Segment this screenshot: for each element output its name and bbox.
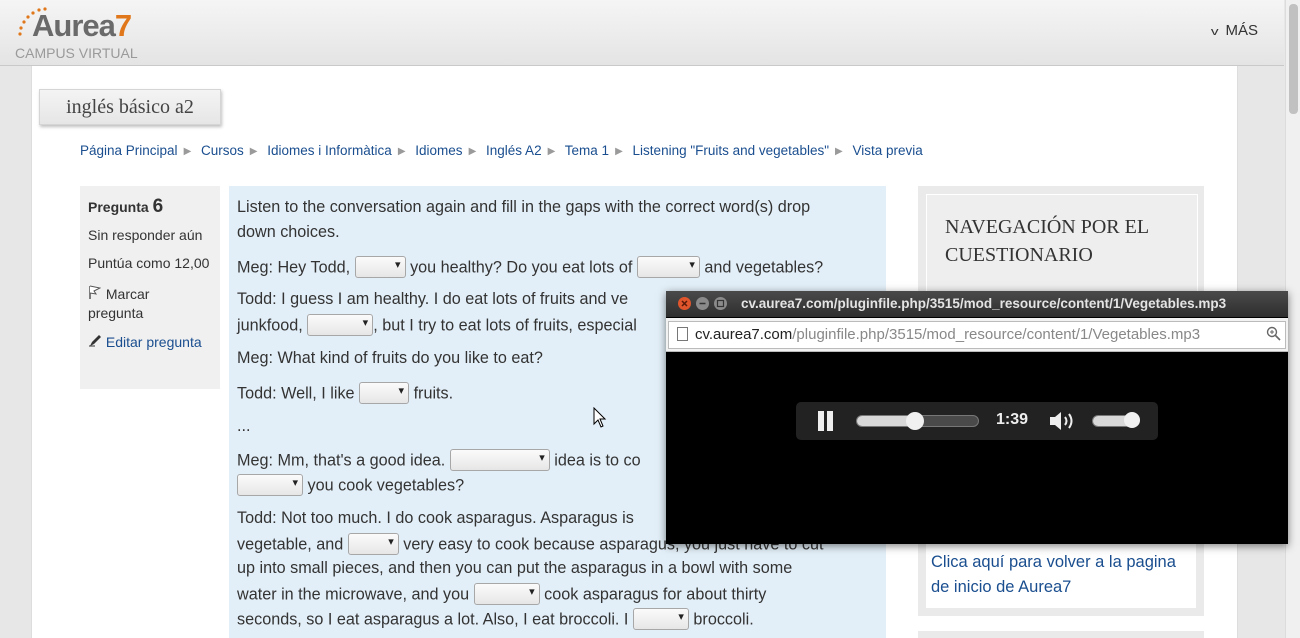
popup-address-bar: cv.aurea7.com/pluginfile.php/3515/mod_re… bbox=[666, 318, 1288, 352]
home-link-panel: Clica aquí para volver a la pagina de in… bbox=[926, 542, 1196, 608]
text-line: up into small pieces, and then you can p… bbox=[237, 559, 793, 577]
aurea7-logo[interactable]: Aurea7 CAMPUS VIRTUAL bbox=[14, 4, 164, 61]
page-icon bbox=[677, 327, 688, 341]
instruction-line: down choices. bbox=[237, 223, 340, 241]
breadcrumb-item[interactable]: Idiomes bbox=[415, 143, 462, 158]
breadcrumb: Página Principal ▶ Cursos ▶ Idiomes i Info… bbox=[80, 143, 923, 158]
media-popup-window: cv.aurea7.com/pluginfile.php/3515/mod_re… bbox=[666, 291, 1288, 544]
breadcrumb-item[interactable]: Vista previa bbox=[852, 143, 922, 158]
text-line: Meg: Mm, that's a good idea. idea is to … bbox=[237, 449, 641, 472]
question-number: Pregunta 6 bbox=[88, 196, 164, 217]
logo-text: Aurea7 bbox=[32, 8, 132, 43]
url-path: /pluginfile.php/3515/mod_resource/conten… bbox=[792, 326, 1201, 343]
gap-dropdown[interactable] bbox=[354, 256, 406, 278]
text-line: Todd: Well, I like fruits. bbox=[237, 382, 453, 405]
text-line: you cook vegetables? bbox=[237, 474, 464, 497]
edit-question-link[interactable]: Editar pregunta bbox=[88, 334, 202, 350]
course-title: inglés básico a2 bbox=[39, 89, 221, 125]
mas-menu-button[interactable]: v MÁS bbox=[1210, 22, 1258, 39]
text-line: Meg: Hey Todd, you healthy? Do you eat l… bbox=[237, 256, 823, 279]
text-line: water in the microwave, and you cook asp… bbox=[237, 583, 766, 606]
gap-dropdown[interactable] bbox=[449, 449, 550, 471]
volume-handle[interactable] bbox=[1124, 412, 1141, 428]
gap-dropdown[interactable] bbox=[307, 314, 374, 336]
scrollbar-thumb[interactable] bbox=[1289, 4, 1298, 114]
instruction-line: Listen to the conversation again and fil… bbox=[237, 198, 811, 216]
breadcrumb-item[interactable]: Cursos bbox=[201, 143, 244, 158]
gap-dropdown[interactable] bbox=[636, 256, 700, 278]
ellipsis: ... bbox=[237, 417, 251, 435]
maximize-icon[interactable] bbox=[714, 297, 727, 310]
seek-handle[interactable] bbox=[906, 412, 925, 430]
volume-icon[interactable] bbox=[1048, 409, 1078, 439]
gap-dropdown[interactable] bbox=[359, 382, 410, 404]
edit-icon bbox=[88, 334, 102, 350]
flag-icon bbox=[88, 285, 102, 304]
logo-subtitle: CAMPUS VIRTUAL bbox=[15, 45, 138, 61]
gap-dropdown[interactable] bbox=[347, 533, 399, 555]
breadcrumb-item[interactable]: Página Principal bbox=[80, 143, 178, 158]
seek-bar[interactable] bbox=[856, 412, 979, 430]
breadcrumb-item[interactable]: Listening "Fruits and vegetables" bbox=[633, 143, 829, 158]
sidebar-block-bottom bbox=[918, 631, 1204, 638]
audio-controls: 1:39 bbox=[796, 402, 1158, 440]
chevron-down-icon: v bbox=[1210, 26, 1219, 38]
quiz-navigation-title: NAVEGACIÓN POR EL CUESTIONARIO bbox=[945, 216, 1149, 266]
breadcrumb-item[interactable]: Tema 1 bbox=[565, 143, 609, 158]
popup-title: cv.aurea7.com/pluginfile.php/3515/mod_re… bbox=[741, 296, 1227, 311]
popup-title-bar[interactable]: cv.aurea7.com/pluginfile.php/3515/mod_re… bbox=[666, 291, 1288, 317]
minimize-icon[interactable] bbox=[696, 297, 709, 310]
text-line: junkfood, , but I try to eat lots of fru… bbox=[237, 314, 637, 337]
zoom-icon[interactable] bbox=[1266, 326, 1281, 344]
url-domain: cv.aurea7.com bbox=[695, 326, 793, 343]
gap-dropdown[interactable] bbox=[632, 608, 689, 630]
time-display: 1:39 bbox=[996, 411, 1029, 428]
url-field[interactable]: cv.aurea7.com/pluginfile.php/3515/mod_re… bbox=[668, 321, 1286, 349]
text-line: Todd: I guess I am healthy. I do eat lot… bbox=[237, 290, 629, 308]
gap-dropdown[interactable] bbox=[473, 583, 540, 605]
breadcrumb-item[interactable]: Inglés A2 bbox=[486, 143, 542, 158]
question-info: Pregunta 6 Sin responder aún Puntúa como… bbox=[80, 186, 220, 389]
top-bar: Aurea7 CAMPUS VIRTUAL v MÁS bbox=[0, 0, 1284, 66]
question-grade: Puntúa como 12,00 bbox=[88, 255, 210, 271]
mouse-cursor-icon bbox=[593, 406, 607, 434]
question-state: Sin responder aún bbox=[88, 227, 203, 243]
flag-question-button[interactable]: Marcar pregunta bbox=[88, 285, 208, 323]
gap-dropdown[interactable] bbox=[237, 474, 303, 496]
volume-slider[interactable] bbox=[1092, 412, 1141, 428]
pause-button[interactable] bbox=[818, 411, 836, 436]
home-link[interactable]: Clica aquí para volver a la pagina de in… bbox=[931, 550, 1181, 600]
close-icon[interactable] bbox=[678, 297, 691, 310]
text-line: Meg: What kind of fruits do you like to … bbox=[237, 349, 543, 367]
text-line: Todd: Not too much. I do cook asparagus.… bbox=[237, 509, 634, 527]
text-line: seconds, so I eat asparagus a lot. Also,… bbox=[237, 608, 754, 631]
breadcrumb-item[interactable]: Idiomes i Informàtica bbox=[267, 143, 392, 158]
